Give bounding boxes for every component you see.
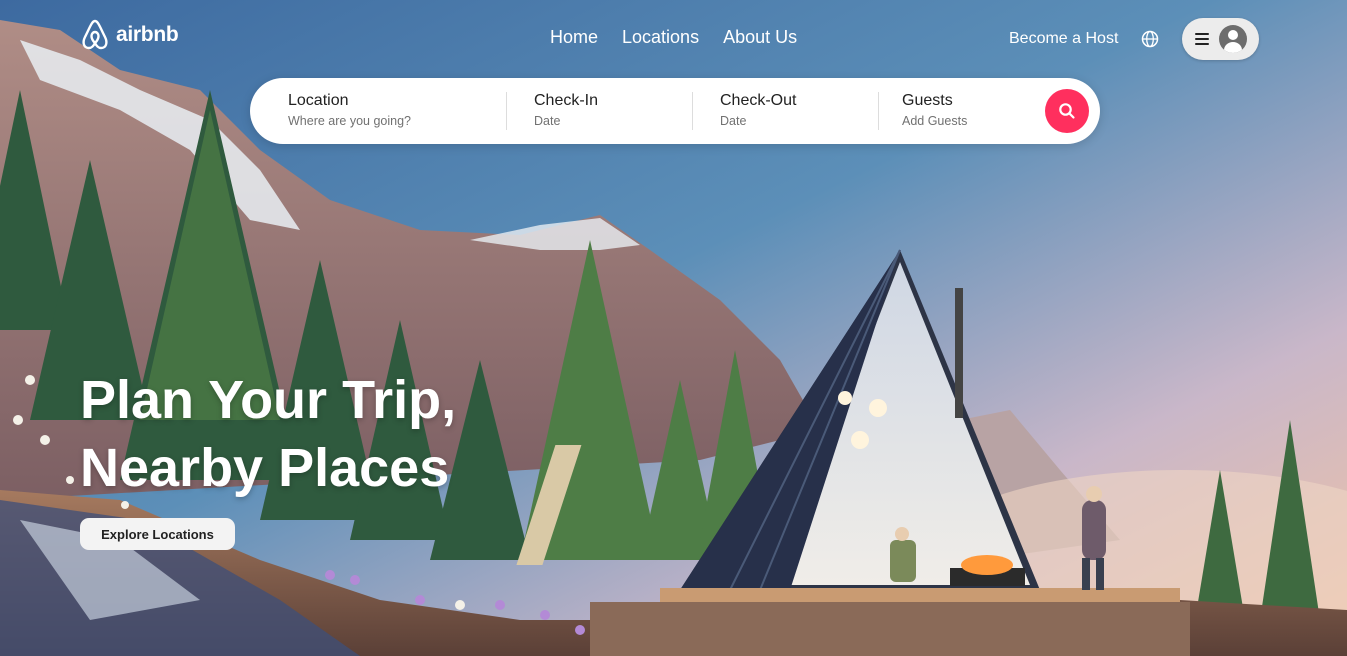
- hamburger-menu-icon: [1194, 33, 1209, 45]
- location-label: Location: [288, 92, 349, 109]
- search-bar: Location Where are you going? Check-In D…: [250, 78, 1100, 144]
- main-nav: Home Locations About Us: [550, 27, 797, 48]
- nav-link-home[interactable]: Home: [550, 27, 598, 48]
- headline-line-2: Nearby Places: [80, 438, 450, 498]
- nav-link-locations[interactable]: Locations: [622, 27, 699, 48]
- airbnb-logo-icon: [82, 19, 108, 50]
- top-navigation-bar: airbnb Home Locations About Us Become a …: [0, 0, 1347, 80]
- check-out-placeholder: Date: [720, 114, 747, 128]
- check-out-field[interactable]: Check-Out Date: [720, 92, 796, 128]
- brand-name: airbnb: [116, 23, 179, 46]
- guests-placeholder: Add Guests: [902, 114, 968, 128]
- hero-headline: Plan Your Trip, Nearby Places: [80, 366, 456, 502]
- check-in-field[interactable]: Check-In Date: [534, 92, 598, 128]
- search-divider: [878, 92, 879, 130]
- explore-locations-button[interactable]: Explore Locations: [80, 518, 235, 550]
- brand-logo[interactable]: airbnb: [80, 18, 179, 52]
- search-divider: [692, 92, 693, 130]
- search-divider: [506, 92, 507, 130]
- guests-field[interactable]: Guests Add Guests: [902, 92, 967, 128]
- user-avatar-icon: [1218, 25, 1247, 53]
- check-out-label: Check-Out: [720, 92, 797, 109]
- location-placeholder: Where are you going?: [288, 114, 411, 128]
- search-button[interactable]: [1045, 89, 1089, 133]
- nav-link-about-us[interactable]: About Us: [723, 27, 797, 48]
- become-host-link[interactable]: Become a Host: [1009, 30, 1118, 48]
- location-field[interactable]: Location Where are you going?: [288, 92, 411, 128]
- hero-section: airbnb Home Locations About Us Become a …: [0, 0, 1347, 656]
- check-in-label: Check-In: [534, 92, 599, 109]
- headline-line-1: Plan Your Trip,: [80, 370, 457, 430]
- check-in-placeholder: Date: [534, 114, 561, 128]
- profile-menu-button[interactable]: [1182, 18, 1259, 60]
- search-icon: [1059, 103, 1075, 119]
- guests-label: Guests: [902, 92, 953, 109]
- globe-icon[interactable]: [1141, 30, 1159, 48]
